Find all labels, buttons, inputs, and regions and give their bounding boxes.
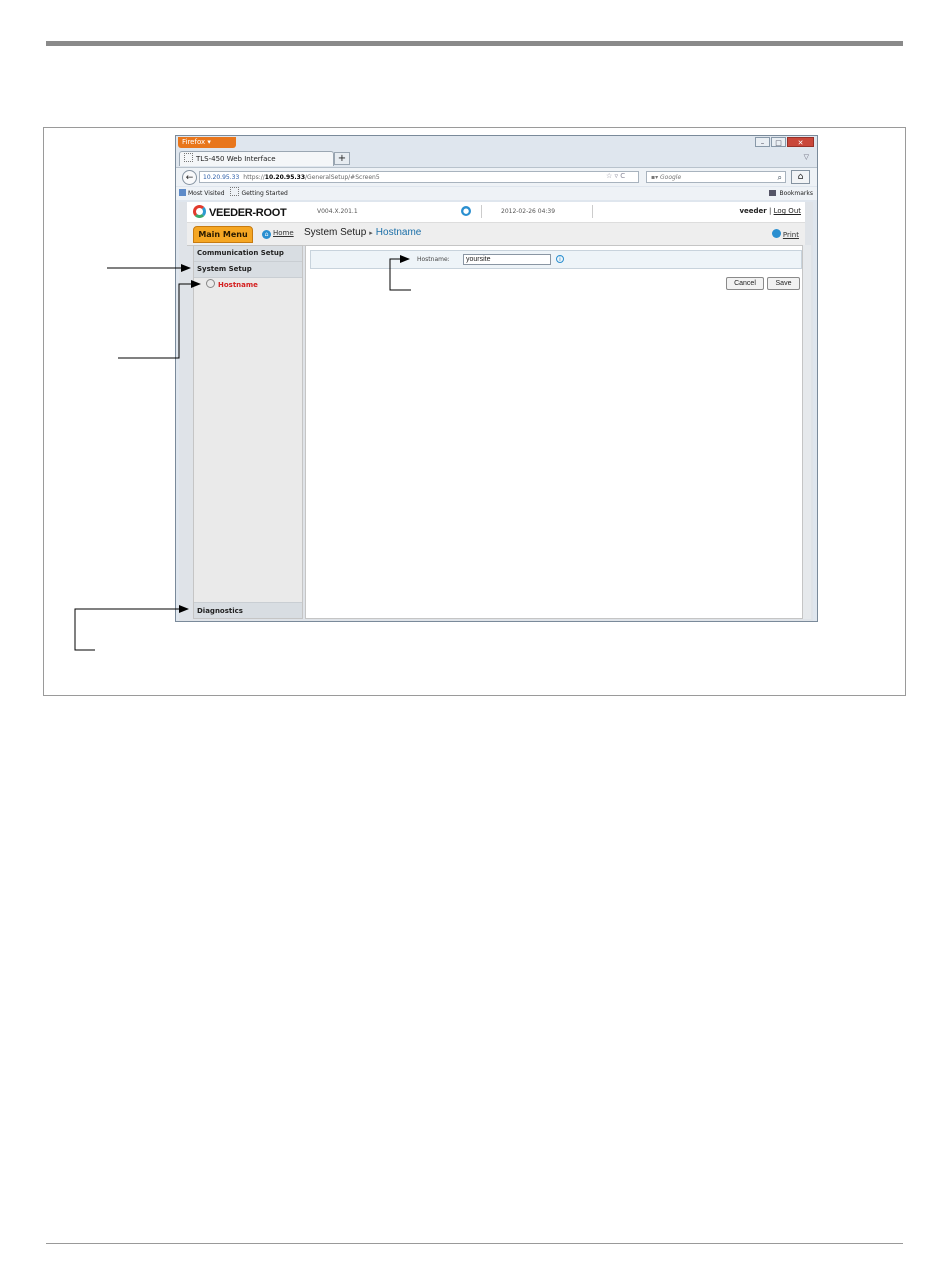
callout-arrow-hostname-item (118, 280, 201, 359)
callout-lines (74, 255, 411, 651)
callout-arrow-diagnostics (74, 605, 189, 651)
bottom-rule (46, 1243, 903, 1244)
callout-arrow-hostname-field (389, 255, 411, 291)
